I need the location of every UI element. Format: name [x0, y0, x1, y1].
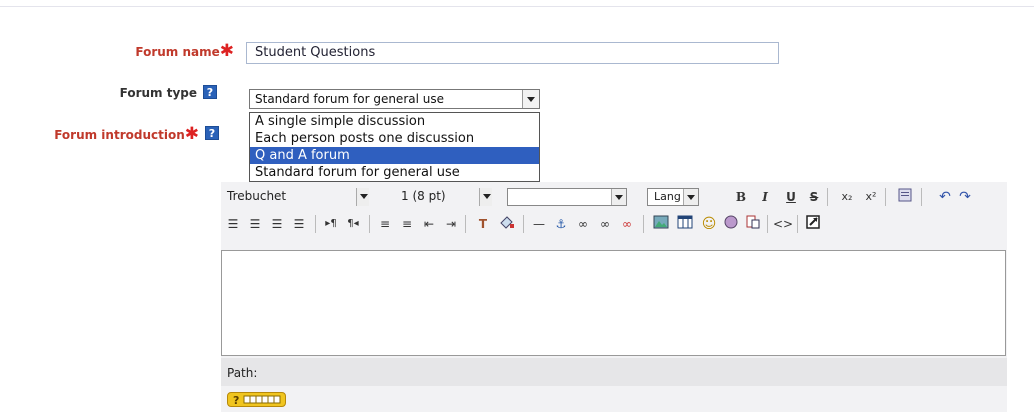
- forum-type-dropdown: A single simple discussion Each person p…: [249, 112, 540, 182]
- toolbar-separator: [921, 188, 922, 206]
- bold-icon[interactable]: B: [731, 188, 751, 206]
- redo-icon[interactable]: ↷: [955, 188, 975, 206]
- forum-name-value: Student Questions: [255, 45, 376, 60]
- style-select[interactable]: [507, 188, 627, 206]
- forum-name-label-text: Forum name: [135, 45, 220, 59]
- background-color-icon[interactable]: [497, 215, 517, 233]
- forum-name-label: Forum name✱: [0, 43, 234, 60]
- toolbar-separator: [767, 215, 768, 233]
- strikethrough-icon[interactable]: S: [804, 188, 824, 206]
- toolbar-separator: [885, 188, 886, 206]
- anchor-icon[interactable]: ⚓: [551, 215, 571, 233]
- forum-intro-label-text: Forum introduction: [54, 128, 185, 142]
- forum-type-help-icon[interactable]: ?: [203, 85, 217, 99]
- svg-text:?: ?: [233, 394, 239, 406]
- ltr-icon[interactable]: ▸¶: [321, 215, 341, 233]
- forum-type-label: Forum type: [119, 86, 197, 100]
- chevron-down-icon[interactable]: [611, 189, 626, 205]
- horizontal-rule-icon[interactable]: —: [529, 215, 549, 233]
- italic-icon[interactable]: I: [755, 188, 775, 206]
- dropdown-option[interactable]: Standard forum for general use: [250, 164, 539, 181]
- dropdown-option[interactable]: Each person posts one discussion: [250, 130, 539, 147]
- editor-toolbar-row-2: ☰ ☰ ☰ ☰ ▸¶ ¶◂ ≡ ≡ ⇤ ⇥ T — ⚓ ∞ ∞ ∞ ☺ <>: [221, 215, 1007, 241]
- required-star-icon: ✱: [219, 41, 234, 61]
- indent-icon[interactable]: ⇥: [441, 215, 461, 233]
- toolbar-separator: [643, 215, 644, 233]
- editor-help-button[interactable]: ?: [227, 392, 286, 407]
- chevron-down-icon[interactable]: [522, 90, 539, 108]
- dropdown-option[interactable]: A single simple discussion: [250, 113, 539, 130]
- image-icon[interactable]: [651, 215, 671, 233]
- forum-intro-label: Forum introduction✱: [0, 126, 199, 143]
- link-icon[interactable]: ∞: [573, 215, 593, 233]
- font-family-value: Trebuchet: [227, 189, 287, 203]
- subscript-icon[interactable]: x₂: [837, 188, 857, 206]
- align-center-icon[interactable]: ☰: [245, 215, 265, 233]
- search-replace-icon[interactable]: [743, 215, 763, 233]
- lang-select-value: Lang: [654, 190, 681, 203]
- clean-word-icon[interactable]: [895, 188, 915, 206]
- ordered-list-icon[interactable]: ≡: [375, 215, 395, 233]
- font-size-select[interactable]: 1 (8 pt): [397, 188, 495, 206]
- unordered-list-icon[interactable]: ≡: [397, 215, 417, 233]
- forum-intro-help-icon[interactable]: ?: [205, 126, 219, 140]
- underline-icon[interactable]: U: [781, 188, 801, 206]
- chevron-down-icon[interactable]: [356, 188, 369, 206]
- top-divider: [0, 6, 1034, 7]
- toolbar-separator: [369, 215, 370, 233]
- smiley-icon[interactable]: ☺: [699, 215, 719, 233]
- required-star-icon: ✱: [184, 124, 199, 144]
- align-right-icon[interactable]: ☰: [267, 215, 287, 233]
- rtl-icon[interactable]: ¶◂: [343, 215, 363, 233]
- text-color-icon[interactable]: T: [473, 215, 493, 233]
- superscript-icon[interactable]: x²: [861, 188, 881, 206]
- lang-select[interactable]: Lang: [647, 188, 699, 206]
- chevron-down-icon[interactable]: [683, 189, 698, 205]
- special-char-icon[interactable]: [721, 215, 741, 233]
- unlink-icon[interactable]: ∞: [617, 215, 637, 233]
- path-label: Path:: [227, 366, 258, 380]
- toolbar-separator: [797, 215, 798, 233]
- nolink-icon[interactable]: ∞: [595, 215, 615, 233]
- toolbar-separator: [827, 188, 828, 206]
- toolbar-separator: [315, 215, 316, 233]
- toolbar-separator: [523, 215, 524, 233]
- toolbar-separator: [465, 215, 466, 233]
- font-size-value: 1 (8 pt): [401, 189, 446, 203]
- dropdown-option-selected[interactable]: Q and A forum: [250, 147, 539, 164]
- forum-type-selected-value: Standard forum for general use: [255, 92, 444, 106]
- forum-name-input[interactable]: Student Questions: [246, 42, 779, 64]
- font-family-select[interactable]: Trebuchet: [223, 188, 371, 206]
- forum-type-select[interactable]: Standard forum for general use: [249, 89, 540, 109]
- editor-toolbar-row-1: Trebuchet 1 (8 pt) Lang B I U S x₂ x² ↶ …: [221, 188, 1007, 214]
- path-bar: Path:: [221, 358, 1007, 386]
- fullscreen-icon[interactable]: [803, 215, 823, 233]
- chevron-down-icon[interactable]: [479, 188, 492, 206]
- align-left-icon[interactable]: ☰: [223, 215, 243, 233]
- justify-icon[interactable]: ☰: [289, 215, 309, 233]
- html-source-icon[interactable]: <>: [773, 215, 793, 233]
- outdent-icon[interactable]: ⇤: [419, 215, 439, 233]
- editor-content-area[interactable]: [221, 250, 1006, 356]
- undo-icon[interactable]: ↶: [935, 188, 955, 206]
- table-icon[interactable]: [675, 215, 695, 233]
